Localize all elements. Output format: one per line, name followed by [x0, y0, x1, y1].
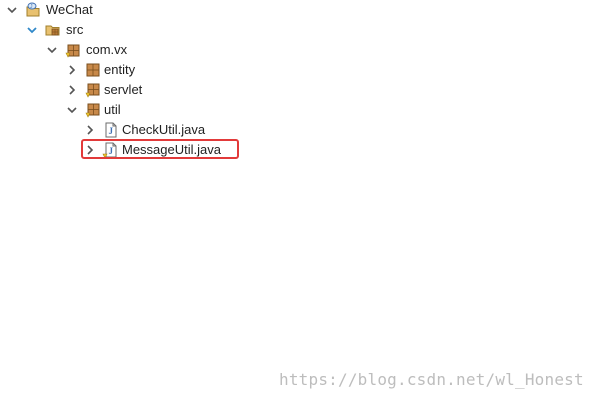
chevron-down-icon[interactable] [6, 3, 18, 17]
tree-item-util[interactable]: util [0, 100, 600, 120]
project-explorer-tree: J WeChat src com.vx entity servlet util … [0, 0, 600, 162]
highlight-box [81, 139, 239, 159]
tree-item-label: entity [104, 62, 136, 77]
chevron-right-icon[interactable] [66, 63, 78, 77]
tree-item-partial [0, 160, 600, 162]
chevron-down-icon[interactable] [26, 23, 38, 37]
tree-item-label: servlet [104, 82, 143, 97]
tree-item-label: com.vx [86, 42, 128, 57]
package-icon [84, 61, 102, 79]
watermark-text: https://blog.csdn.net/wl_Honest [279, 370, 584, 389]
java-file-icon: J [102, 121, 120, 139]
tree-item-label: CheckUtil.java [122, 122, 206, 137]
tree-item-label: WeChat [46, 2, 93, 17]
package-icon [84, 101, 102, 119]
chevron-down-icon[interactable] [46, 43, 58, 57]
source-folder-icon [44, 21, 62, 39]
tree-item-com-vx[interactable]: com.vx [0, 40, 600, 60]
tree-item-src[interactable]: src [0, 20, 600, 40]
svg-text:J: J [109, 126, 114, 136]
tree-item-label: util [104, 102, 121, 117]
chevron-right-icon[interactable] [84, 123, 96, 137]
tree-item-checkutil-java[interactable]: J CheckUtil.java [0, 120, 600, 140]
java-project-icon: J [24, 1, 42, 19]
chevron-right-icon[interactable] [66, 83, 78, 97]
java-file-icon [102, 161, 120, 162]
tree-item-entity[interactable]: entity [0, 60, 600, 80]
chevron-down-icon[interactable] [66, 103, 78, 117]
package-icon [64, 41, 82, 59]
tree-item-wechat[interactable]: J WeChat [0, 0, 600, 20]
screenshot-stage: J WeChat src com.vx entity servlet util … [0, 0, 600, 400]
tree-item-label: src [66, 22, 84, 37]
package-icon [84, 81, 102, 99]
tree-item-servlet[interactable]: servlet [0, 80, 600, 100]
